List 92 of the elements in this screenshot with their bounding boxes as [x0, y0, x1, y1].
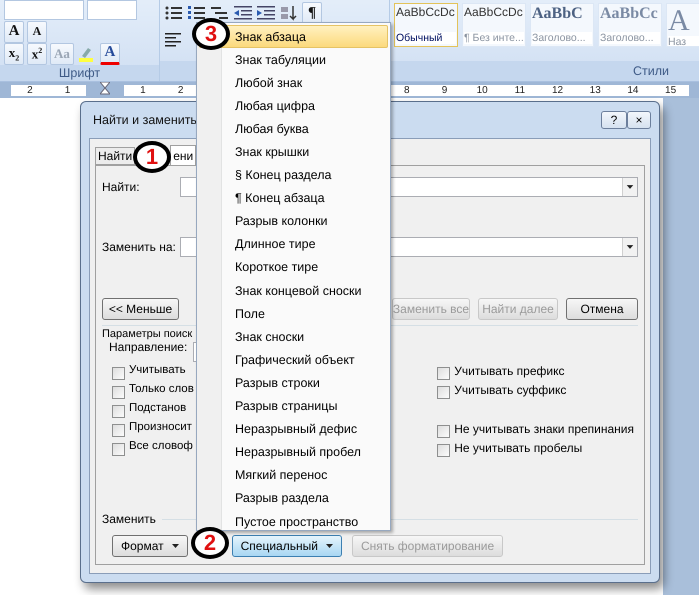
option-label: Учитывать префикс [454, 364, 564, 378]
dialog-button[interactable]: Формат [112, 535, 188, 557]
menu-item[interactable]: Короткое тире [199, 256, 388, 280]
ruler-number: 11 [501, 84, 539, 96]
style-preview: AaBbCcDc [396, 6, 455, 18]
checkbox[interactable] [112, 443, 125, 456]
menu-item[interactable]: Поле [199, 302, 388, 326]
bullet-list-icon[interactable] [164, 4, 184, 22]
menu-item[interactable]: Любой знак [199, 71, 388, 94]
shrink-font-button[interactable]: A [27, 20, 47, 43]
checkbox[interactable] [112, 405, 125, 418]
style-tile[interactable]: AaBbCcDc ¶ Без инте... [462, 3, 526, 47]
tab[interactable]: ени [170, 145, 196, 165]
option-label: Не учитывать знаки препинания [454, 422, 634, 436]
ruler-number: 10 [463, 84, 501, 96]
window-title: Найти и заменить [92, 113, 197, 127]
ruler-number: 2 [11, 84, 49, 96]
style-preview: A [668, 6, 690, 36]
checkbox[interactable] [112, 367, 125, 380]
option-label: Все словоф [129, 440, 193, 452]
menu-item[interactable]: Любая буква [199, 117, 388, 140]
ruler-number: 13 [576, 84, 614, 96]
section-label: Параметры поиск [102, 328, 192, 340]
menu-item[interactable]: Любая цифра [199, 94, 388, 118]
dialog-button[interactable]: Специальный [232, 535, 342, 557]
less-button[interactable]: << Меньше [102, 298, 179, 320]
checkbox[interactable] [437, 386, 450, 399]
style-name: Обычный [396, 32, 456, 44]
menu-item[interactable]: Разрыв раздела [199, 486, 388, 510]
menu-item[interactable]: Разрыв страницы [199, 394, 388, 418]
menu-item[interactable]: Знак концевой сноски [199, 279, 388, 302]
group-label: Шрифт [0, 64, 159, 81]
ruler-number: 14 [614, 84, 652, 96]
font-size-field[interactable] [87, 0, 137, 20]
field-label: Направление: [109, 340, 188, 354]
menu-item[interactable]: Знак крышки [199, 140, 388, 164]
menu-item[interactable]: Графический объект [199, 348, 388, 372]
style-tile[interactable]: AaBbCcDc Обычный [394, 3, 458, 47]
style-name: Заголово... [532, 32, 592, 44]
sort-icon[interactable] [279, 4, 299, 22]
menu-item[interactable]: Мягкий перенос [199, 464, 388, 487]
checkbox[interactable] [437, 425, 450, 438]
style-preview: AaBbCc [600, 6, 658, 22]
decrease-indent-icon[interactable] [233, 4, 253, 22]
option-label: Не учитывать пробелы [454, 441, 582, 455]
multilevel-list-icon[interactable] [210, 4, 230, 22]
option-label: Произносит [129, 421, 192, 433]
checkbox[interactable] [112, 424, 125, 437]
close-button[interactable]: × [627, 111, 651, 129]
font-name-field[interactable] [4, 0, 84, 20]
menu-item[interactable]: Разрыв колонки [199, 210, 388, 233]
menu-item[interactable]: Неразрывный пробел [199, 440, 388, 464]
option-label: Учитывать суффикс [454, 383, 566, 397]
section-label: Заменить [102, 512, 156, 526]
menu-item[interactable]: Длинное тире [199, 232, 388, 256]
ruler-number: 12 [538, 84, 576, 96]
checkbox[interactable] [437, 367, 450, 380]
align-left-icon[interactable] [164, 30, 184, 48]
style-name: ¶ Без инте... [464, 32, 524, 44]
menu-item[interactable]: Знак табуляции [199, 48, 388, 72]
increase-indent-icon[interactable] [256, 4, 276, 22]
style-name: Заголово... [600, 32, 660, 44]
menu-item[interactable]: Неразрывный дефис [199, 418, 388, 441]
field-label: Найти: [102, 180, 141, 194]
option-label: Подстанов [129, 402, 186, 414]
menu-item[interactable]: Знак сноски [199, 325, 388, 348]
checkbox[interactable] [112, 386, 125, 399]
group-label: Стили [390, 61, 699, 81]
style-preview: AaBbCcDc [464, 6, 523, 18]
menu-item[interactable]: ¶ Конец абзаца [199, 186, 388, 210]
pilcrow-button[interactable]: ¶ [302, 2, 322, 24]
option-label: Только слов [129, 383, 194, 395]
superscript-button[interactable]: x$^{2}$ [27, 42, 47, 65]
dialog-button[interactable]: Отмена [566, 298, 638, 320]
style-preview: AaBbC [532, 6, 583, 22]
style-name: Наз [668, 36, 699, 46]
ruler-number: 9 [426, 84, 464, 96]
tab[interactable]: Найти [95, 147, 136, 165]
menu-item[interactable]: Разрыв строки [199, 371, 388, 394]
numbered-list-icon[interactable] [187, 4, 207, 22]
ruler-number: 1 [48, 84, 86, 96]
option-label: Учитывать [129, 364, 186, 376]
ruler-number: 15 [652, 84, 690, 96]
help-button[interactable]: ? [601, 111, 627, 129]
ruler-number: 1 [124, 84, 162, 96]
font-color-button[interactable]: A [100, 42, 120, 65]
field-label: Заменить на: [102, 240, 177, 254]
grow-font-button[interactable]: A [4, 20, 24, 43]
checkbox[interactable] [437, 444, 450, 457]
style-tile[interactable]: AaBbC Заголово... [530, 3, 594, 47]
subscript-button[interactable]: x$_{2}$ [4, 42, 24, 65]
menu-item[interactable]: § Конец раздела [199, 164, 388, 187]
